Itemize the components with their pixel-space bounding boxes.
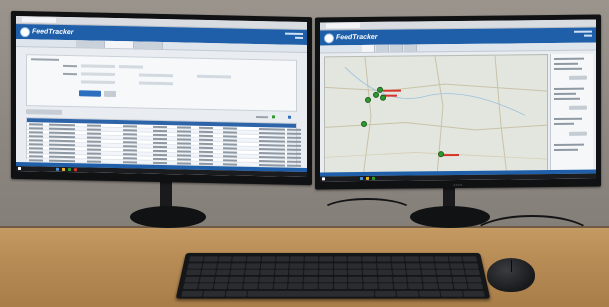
gps-trail — [383, 89, 401, 92]
export-button[interactable] — [26, 109, 62, 115]
nav-tab[interactable] — [362, 44, 375, 53]
right-monitor: FeedTracker ASUS — [315, 14, 601, 190]
map-roads — [324, 55, 548, 178]
left-screen: FeedTracker — [16, 15, 307, 178]
nav-tab[interactable] — [404, 44, 417, 52]
monitor-brand: ASUS — [453, 182, 463, 188]
app-name: FeedTracker — [336, 33, 378, 42]
results-table — [26, 117, 301, 178]
nav-tab[interactable] — [105, 40, 134, 49]
clear-button[interactable] — [104, 90, 116, 98]
search-field[interactable] — [119, 65, 143, 69]
app-name: FeedTracker — [32, 28, 74, 37]
feedtracker-logo-icon — [20, 26, 30, 37]
taskbar-start-icon[interactable] — [322, 177, 325, 181]
taskbar-start-icon[interactable] — [18, 166, 21, 171]
nav-tab[interactable] — [390, 44, 403, 52]
header-logout[interactable] — [584, 34, 592, 37]
search-field[interactable] — [81, 72, 115, 77]
map-view[interactable] — [324, 54, 548, 179]
nav-tab[interactable] — [134, 41, 163, 50]
header-user-info[interactable] — [574, 30, 592, 33]
app-nav — [320, 42, 596, 54]
search-panel — [26, 54, 297, 112]
gps-pin-icon[interactable] — [380, 94, 386, 101]
search-field[interactable] — [139, 81, 173, 86]
vehicle-sidebar — [550, 53, 593, 175]
search-button[interactable] — [79, 90, 101, 97]
keyboard-icon[interactable] — [175, 252, 491, 299]
gps-pin-icon[interactable] — [438, 151, 444, 158]
nav-tab[interactable] — [76, 40, 105, 48]
gps-pin-icon[interactable] — [373, 91, 379, 98]
left-monitor-base — [130, 206, 206, 228]
gps-pin-icon[interactable] — [361, 120, 367, 128]
sidebar-button[interactable] — [569, 75, 587, 80]
feedtracker-logo[interactable]: FeedTracker — [20, 26, 74, 37]
feedtracker-logo-icon — [324, 32, 334, 43]
search-field[interactable] — [81, 64, 115, 69]
search-field[interactable] — [197, 74, 231, 79]
search-field[interactable] — [81, 80, 115, 85]
header-logout[interactable] — [295, 36, 303, 39]
mouse-icon[interactable] — [487, 258, 535, 292]
header-user-info[interactable] — [285, 32, 303, 35]
right-monitor-base — [410, 206, 490, 228]
left-monitor: FeedTracker — [11, 10, 312, 186]
nav-tab[interactable] — [376, 44, 389, 52]
gps-pin-icon[interactable] — [365, 96, 371, 103]
search-field[interactable] — [139, 73, 173, 78]
sidebar-button[interactable] — [569, 131, 587, 136]
mouse-cable — [470, 215, 594, 259]
monitor-cable — [320, 198, 414, 226]
right-screen: FeedTracker — [320, 19, 596, 182]
feedtracker-logo[interactable]: FeedTracker — [324, 32, 378, 43]
sidebar-button[interactable] — [569, 105, 587, 110]
gps-trail — [443, 153, 459, 156]
